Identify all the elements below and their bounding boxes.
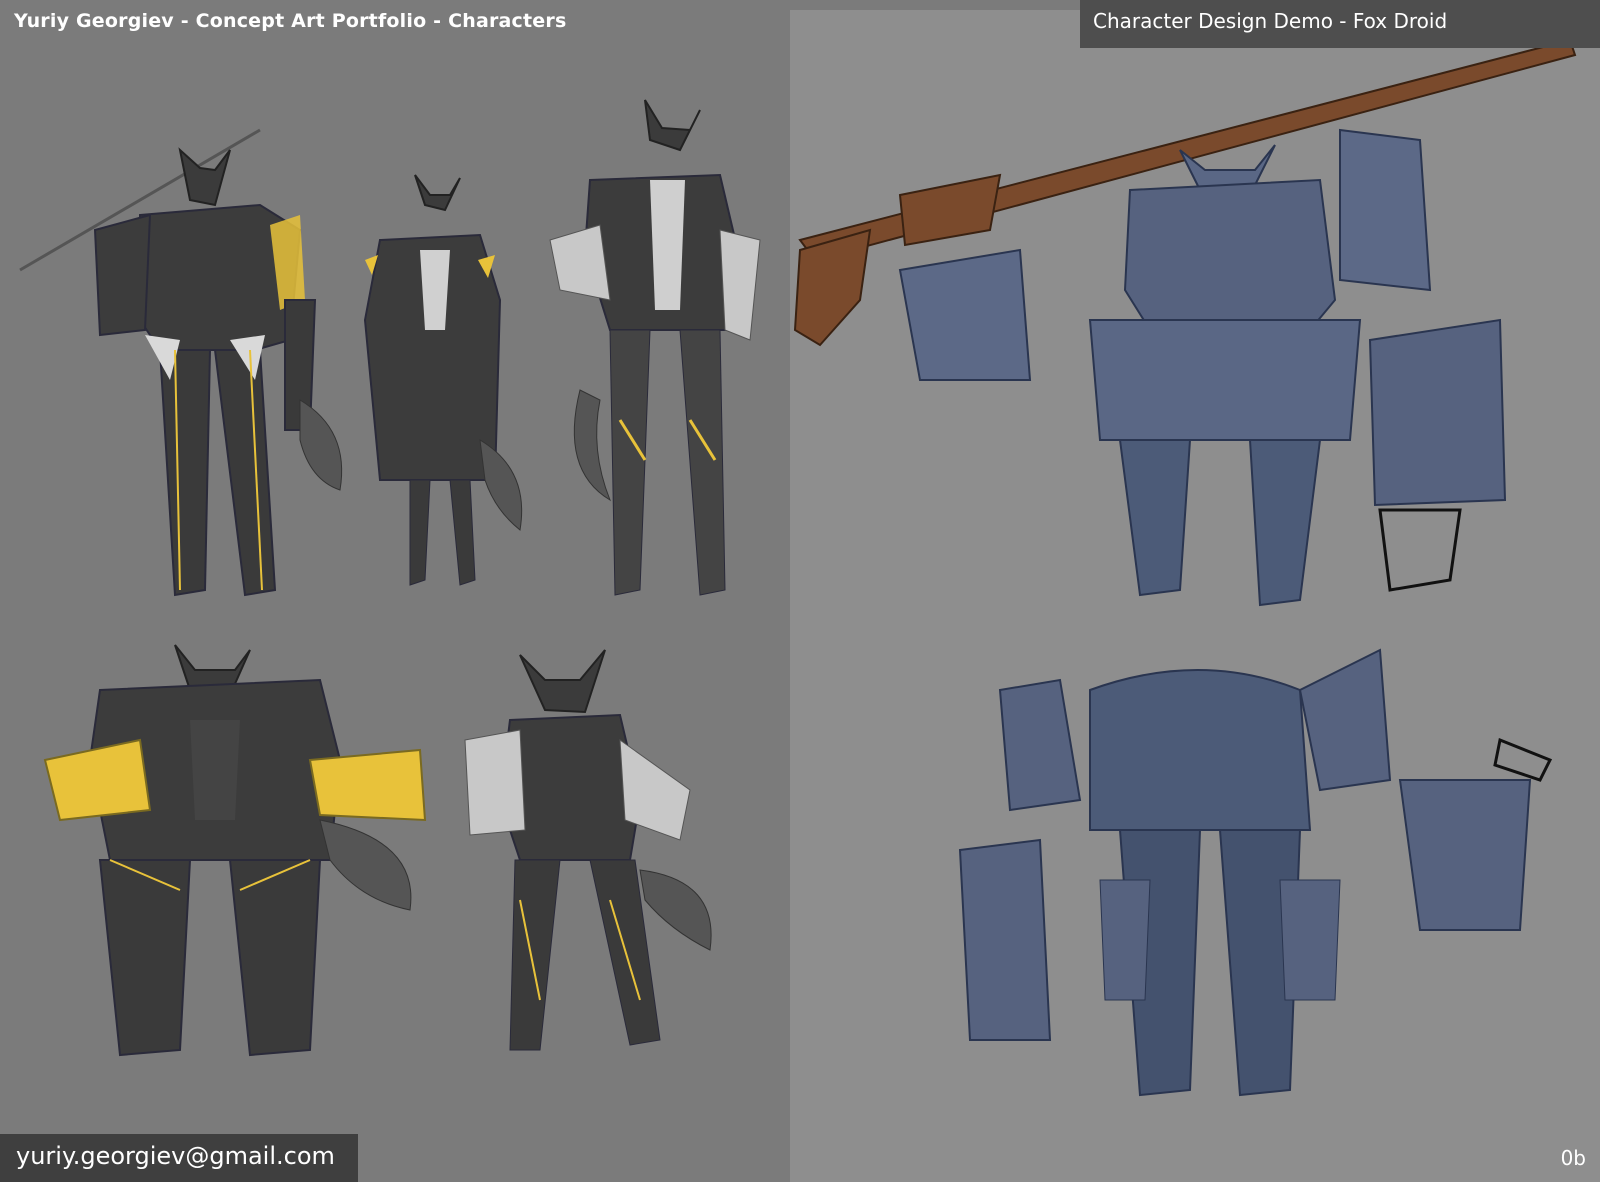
fox-figure-gold-bracers xyxy=(43,644,427,1057)
fox-droid-back-view xyxy=(958,648,1553,1097)
demo-title-banner: Character Design Demo - Fox Droid xyxy=(1080,0,1600,48)
contact-email-banner: yuriy.georgiev@gmail.com xyxy=(0,1134,358,1182)
page-number: 0b xyxy=(1560,1146,1586,1170)
fox-figure-fennec xyxy=(464,649,712,1051)
fox-figure-longcoat xyxy=(363,174,523,586)
demo-title: Character Design Demo - Fox Droid xyxy=(1093,9,1448,33)
concept-art-canvas xyxy=(19,38,1577,1097)
fox-figure-staff xyxy=(19,128,343,597)
portfolio-title: Yuriy Georgiev - Concept Art Portfolio -… xyxy=(14,10,567,32)
contact-email: yuriy.georgiev@gmail.com xyxy=(16,1142,335,1170)
fox-figure-vest xyxy=(549,99,761,596)
